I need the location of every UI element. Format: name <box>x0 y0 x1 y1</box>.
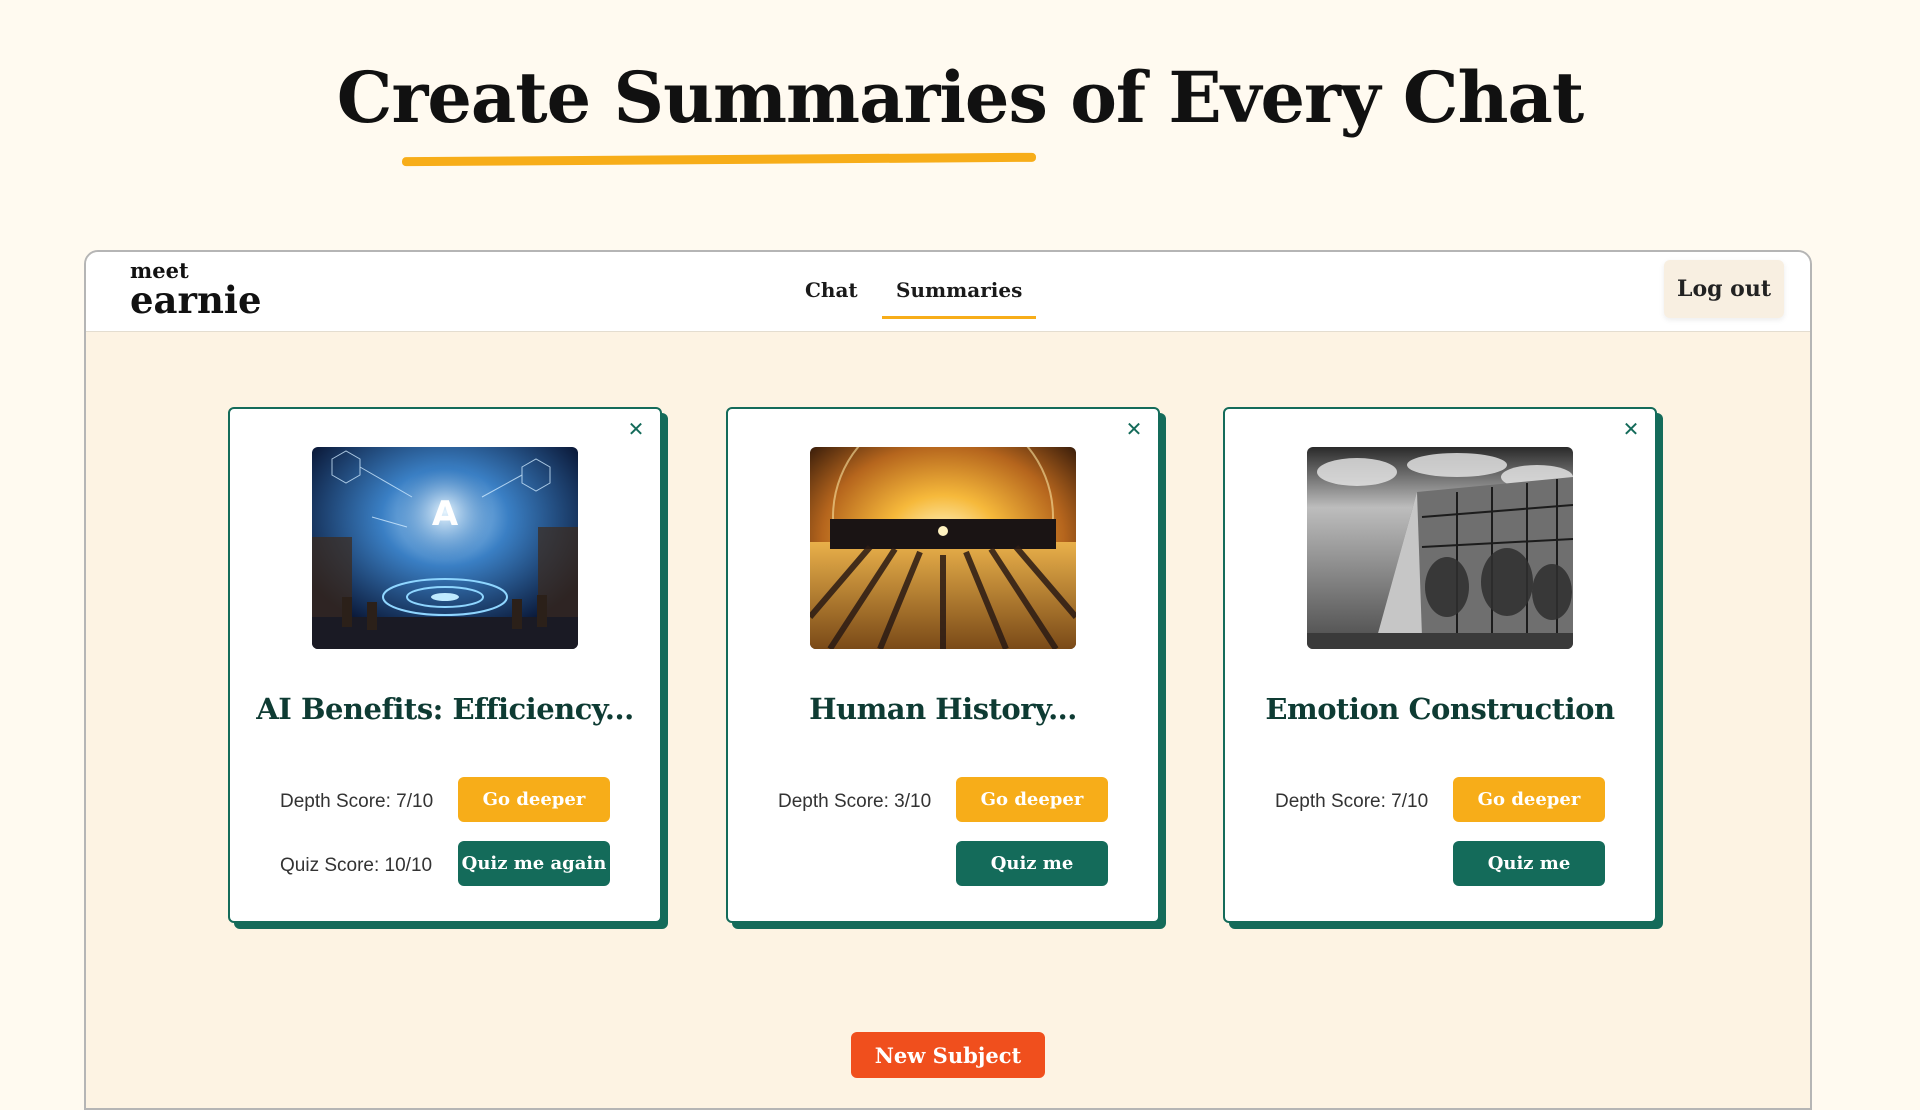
card-image-ai-network: A <box>312 447 578 649</box>
card-title: Emotion Construction <box>1265 692 1615 726</box>
new-subject-button[interactable]: New Subject <box>851 1032 1045 1078</box>
go-deeper-button[interactable]: Go deeper <box>956 777 1108 822</box>
page-headline: Create Summaries of Every Chat <box>336 56 1584 139</box>
top-nav-bar: meet earnie Chat Summaries Log out <box>86 252 1810 332</box>
close-icon[interactable]: ✕ <box>1124 419 1144 439</box>
card-image-glass-building <box>1307 447 1573 649</box>
app-window: meet earnie Chat Summaries Log out ✕ A A… <box>84 250 1812 1110</box>
card-title: AI Benefits: Efficiency... <box>256 692 634 726</box>
logo-big-text: earnie <box>130 278 262 322</box>
svg-text:A: A <box>432 494 459 534</box>
go-deeper-button[interactable]: Go deeper <box>1453 777 1605 822</box>
quiz-me-button[interactable]: Quiz me again <box>458 841 610 886</box>
quiz-me-button[interactable]: Quiz me <box>1453 841 1605 886</box>
depth-score: Depth Score: 3/10 <box>778 791 932 812</box>
app-logo[interactable]: meet earnie <box>130 260 262 322</box>
depth-score: Depth Score: 7/10 <box>1275 791 1429 812</box>
logout-button[interactable]: Log out <box>1664 260 1784 318</box>
headline-underline <box>401 152 1037 167</box>
summary-card: ✕ <box>1223 407 1657 923</box>
close-icon[interactable]: ✕ <box>1621 419 1641 439</box>
tab-chat[interactable]: Chat <box>805 278 858 316</box>
summary-card: ✕ <box>726 407 1160 923</box>
depth-score: Depth Score: 7/10 <box>280 791 434 812</box>
card-title: Human History... <box>809 692 1077 726</box>
hero-section: Create Summaries of Every Chat <box>0 56 1920 139</box>
quiz-score: Quiz Score: 10/10 <box>280 855 433 876</box>
card-image-crowd-sunrise <box>810 447 1076 649</box>
summary-card: ✕ A AI Benefits: Efficiency... Depth Sco… <box>228 407 662 923</box>
go-deeper-button[interactable]: Go deeper <box>458 777 610 822</box>
quiz-me-button[interactable]: Quiz me <box>956 841 1108 886</box>
tab-summaries[interactable]: Summaries <box>882 278 1037 319</box>
close-icon[interactable]: ✕ <box>626 419 646 439</box>
